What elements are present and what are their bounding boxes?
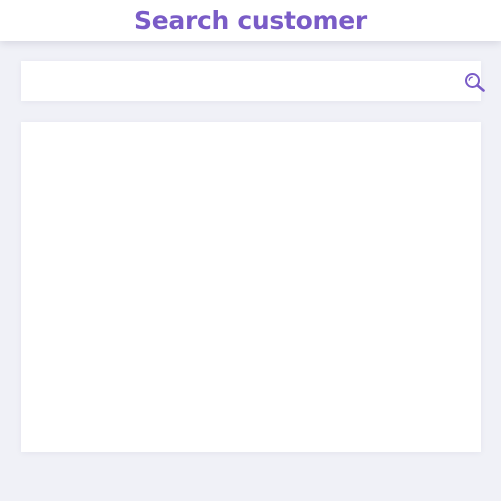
- search-bar: [21, 61, 485, 101]
- page-header: Search customer: [0, 0, 501, 41]
- search-icon[interactable]: [464, 72, 486, 92]
- page-title: Search customer: [134, 6, 367, 35]
- search-input[interactable]: [21, 61, 436, 101]
- results-panel: [21, 122, 481, 452]
